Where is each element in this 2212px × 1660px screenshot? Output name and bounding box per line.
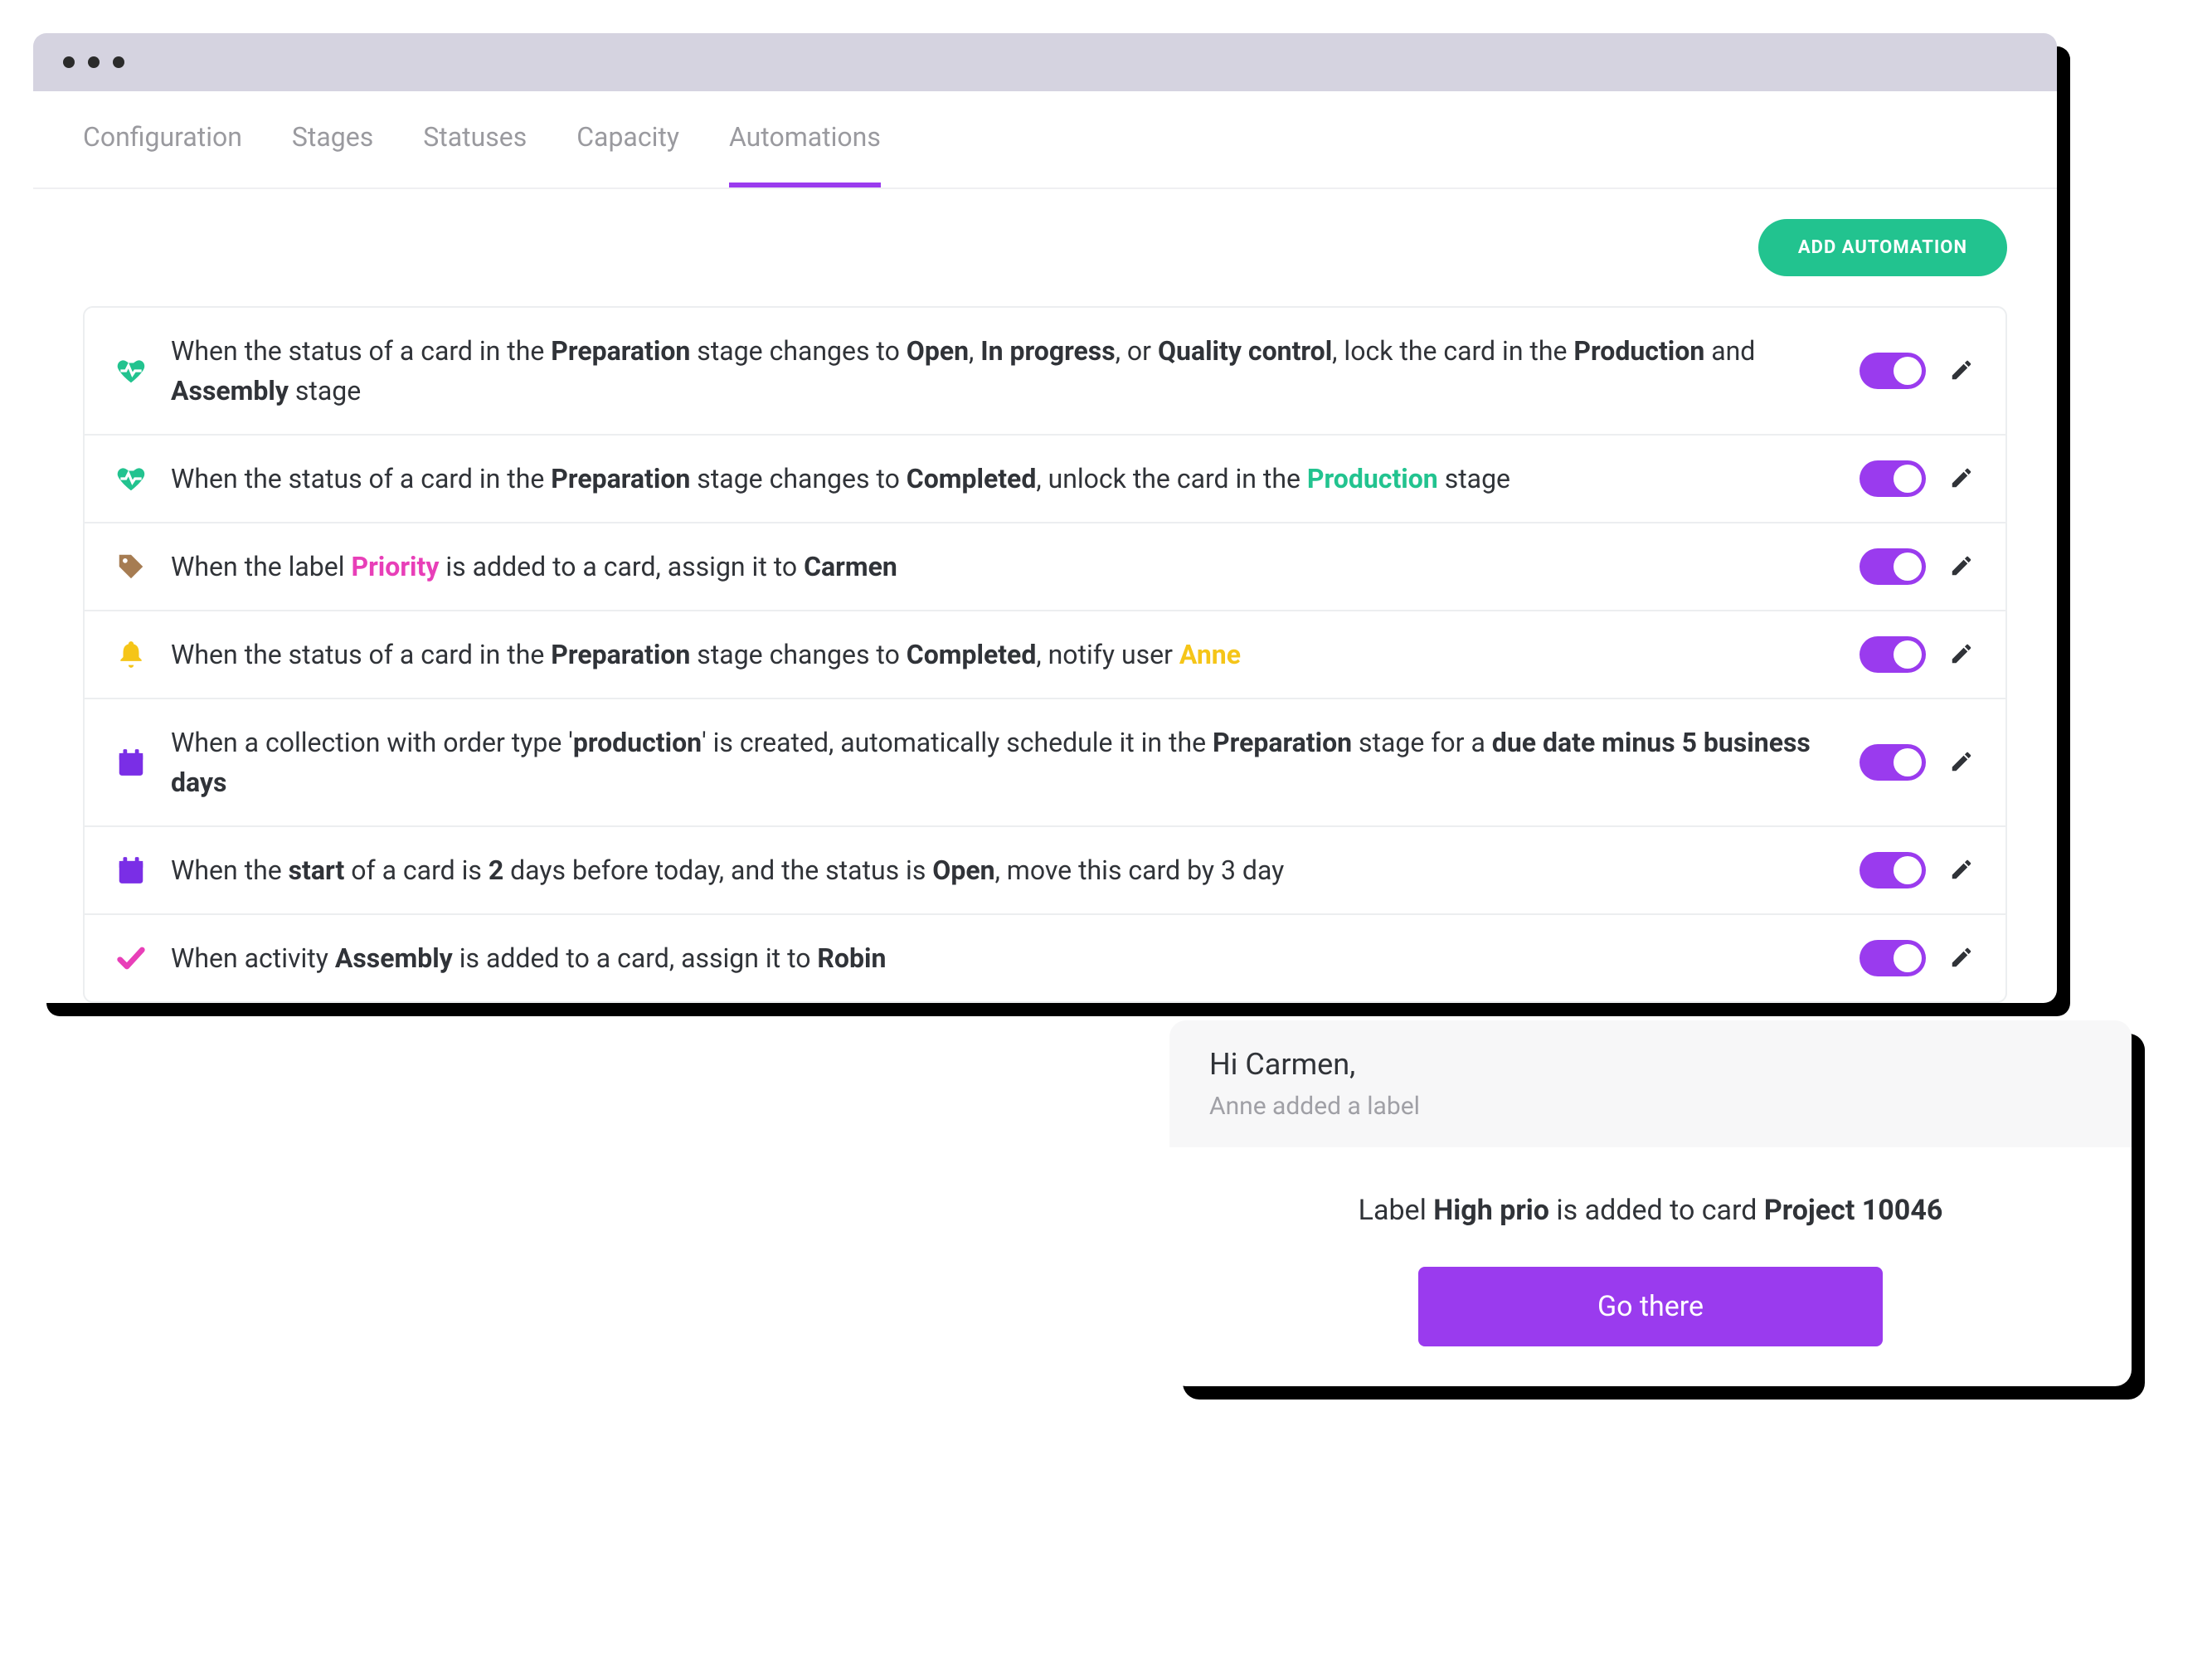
notification-greeting: Hi Carmen, [1209,1047,2092,1082]
automation-toggle[interactable] [1860,353,1926,389]
tabbar: Configuration Stages Statuses Capacity Autom… [33,91,2057,189]
pencil-icon[interactable] [1949,553,1976,580]
automation-description: When the status of a card in the Prepara… [171,459,1836,499]
tab-automations[interactable]: Automations [729,121,881,187]
automation-description: When the start of a card is 2 days befor… [171,850,1836,890]
calendar-icon [114,854,148,887]
automation-row: When the status of a card in the Prepara… [85,308,2005,436]
automation-description: When a collection with order type 'produ… [171,723,1836,802]
pencil-icon[interactable] [1949,641,1976,668]
pencil-icon[interactable] [1949,358,1976,384]
automation-toggle[interactable] [1860,852,1926,888]
automation-description: When the status of a card in the Prepara… [171,635,1836,674]
browser-window: Configuration Stages Statuses Capacity Autom… [33,33,2057,1003]
pencil-icon[interactable] [1949,945,1976,971]
automation-row: When the status of a card in the Prepara… [85,436,2005,523]
notification-subtitle: Anne added a label [1209,1092,2092,1121]
pencil-icon[interactable] [1949,857,1976,884]
tab-statuses[interactable]: Statuses [423,121,527,187]
toolbar: ADD AUTOMATION [33,189,2057,276]
automation-toggle[interactable] [1860,460,1926,497]
window-dot[interactable] [88,56,100,68]
tab-stages[interactable]: Stages [292,121,373,187]
automation-toggle[interactable] [1860,744,1926,781]
window-controls [63,56,124,68]
titlebar [33,33,2057,91]
automation-toggle[interactable] [1860,636,1926,673]
window-dot[interactable] [113,56,124,68]
automation-row: When the label Priority is added to a ca… [85,523,2005,611]
add-automation-button[interactable]: ADD AUTOMATION [1758,219,2007,276]
pencil-icon[interactable] [1949,465,1976,492]
automation-description: When activity Assembly is added to a car… [171,938,1836,978]
notification-body: Label High prio is added to card Project… [1169,1147,2132,1386]
automation-row: When the start of a card is 2 days befor… [85,827,2005,915]
pencil-icon[interactable] [1949,749,1976,776]
notification-header: Hi Carmen, Anne added a label [1169,1020,2132,1147]
notification-card: Hi Carmen, Anne added a label Label High… [1169,1020,2132,1386]
notification-message: Label High prio is added to card Project… [1209,1194,2092,1227]
automation-row: When a collection with order type 'produ… [85,699,2005,827]
calendar-icon [114,746,148,779]
automation-toggle[interactable] [1860,548,1926,585]
check-icon [114,942,148,975]
tag-icon [114,550,148,583]
automation-description: When the label Priority is added to a ca… [171,547,1836,587]
automations-list: When the status of a card in the Prepara… [83,306,2007,1003]
go-there-button[interactable]: Go there [1418,1267,1883,1346]
automation-toggle[interactable] [1860,940,1926,976]
bell-icon [114,638,148,671]
window-dot[interactable] [63,56,75,68]
automation-row: When activity Assembly is added to a car… [85,915,2005,1001]
automation-row: When the status of a card in the Prepara… [85,611,2005,699]
tab-configuration[interactable]: Configuration [83,121,242,187]
tab-capacity[interactable]: Capacity [576,121,679,187]
heartbeat-icon [114,354,148,387]
automation-description: When the status of a card in the Prepara… [171,331,1836,411]
heartbeat-icon [114,462,148,495]
